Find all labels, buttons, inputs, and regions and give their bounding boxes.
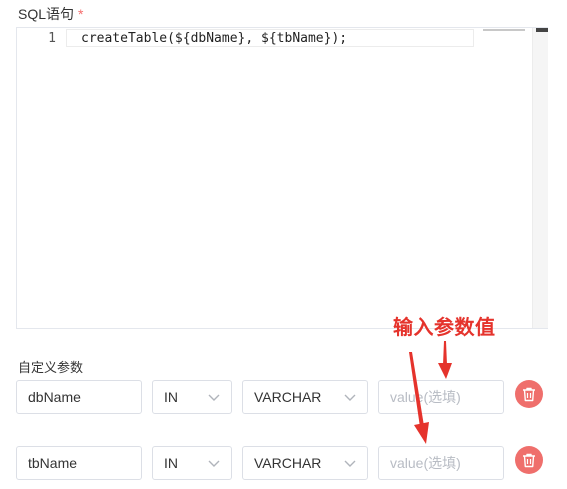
arrow-to-value-2 [409,352,429,444]
annotation-arrows [409,341,452,444]
arrow-to-value-1 [438,341,452,379]
